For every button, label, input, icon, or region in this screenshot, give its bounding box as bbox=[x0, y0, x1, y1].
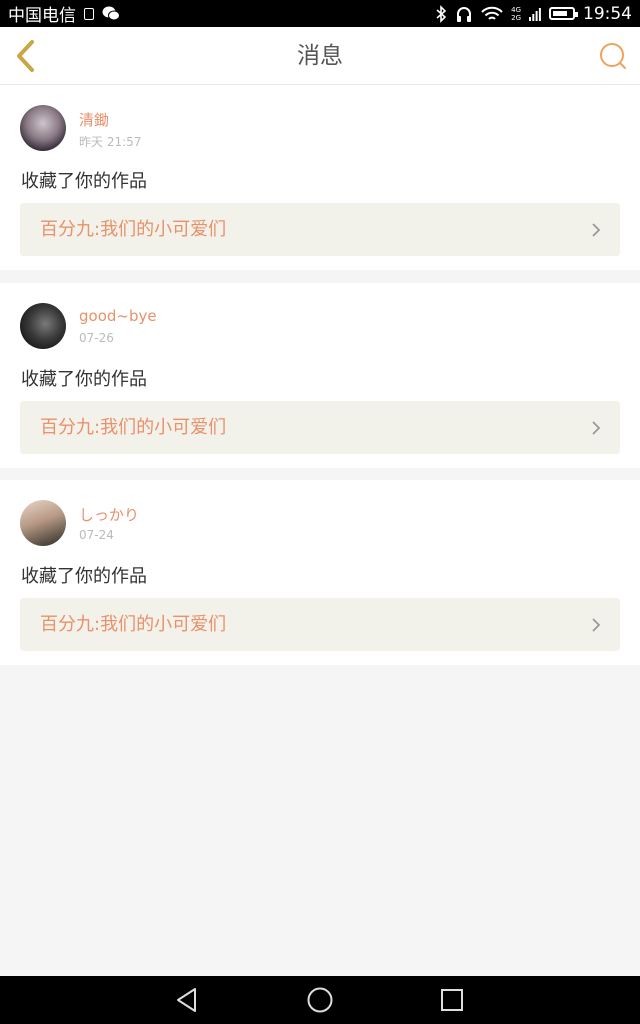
bluetooth-icon bbox=[436, 4, 447, 23]
action-text: 收藏了你的作品 bbox=[21, 171, 147, 192]
battery-level bbox=[553, 11, 568, 16]
search-icon[interactable] bbox=[598, 41, 628, 71]
network-type: 4G 2G bbox=[511, 5, 521, 22]
work-link[interactable]: 百分九:我们的小可爱们 bbox=[20, 203, 620, 256]
chevron-right-icon bbox=[592, 618, 601, 632]
back-triangle-icon[interactable] bbox=[173, 986, 201, 1014]
message-time: 昨天 21:57 bbox=[79, 135, 142, 149]
signal-icon bbox=[529, 7, 541, 21]
recents-square-icon[interactable] bbox=[438, 986, 466, 1014]
avatar[interactable] bbox=[20, 105, 66, 151]
battery-icon bbox=[549, 7, 578, 20]
wechat-icon bbox=[102, 6, 120, 21]
system-nav-bar bbox=[0, 976, 640, 1024]
carrier-label: 中国电信 bbox=[8, 6, 76, 26]
work-title: 百分九:我们的小可爱们 bbox=[40, 614, 227, 635]
app-header: 消息 bbox=[0, 27, 640, 85]
message-time: 07-24 bbox=[79, 528, 114, 542]
action-text: 收藏了你的作品 bbox=[21, 369, 147, 390]
work-link[interactable]: 百分九:我们的小可爱们 bbox=[20, 598, 620, 651]
home-circle-icon[interactable] bbox=[306, 986, 334, 1014]
avatar[interactable] bbox=[20, 500, 66, 546]
username[interactable]: good~bye bbox=[79, 307, 157, 325]
username[interactable]: しっかり bbox=[79, 504, 139, 525]
message-card: 清鋤 昨天 21:57 收藏了你的作品 百分九:我们的小可爱们 bbox=[0, 85, 640, 270]
sim-card-icon bbox=[84, 7, 94, 20]
username[interactable]: 清鋤 bbox=[79, 109, 109, 130]
clock: 19:54 bbox=[583, 3, 632, 24]
action-text: 收藏了你的作品 bbox=[21, 566, 147, 587]
wifi-icon bbox=[481, 6, 503, 20]
chevron-right-icon bbox=[592, 223, 601, 237]
chevron-right-icon bbox=[592, 421, 601, 435]
work-title: 百分九:我们的小可爱们 bbox=[40, 219, 227, 240]
headphones-icon bbox=[457, 6, 472, 22]
work-link[interactable]: 百分九:我们的小可爱们 bbox=[20, 401, 620, 454]
message-time: 07-26 bbox=[79, 331, 114, 345]
message-card: しっかり 07-24 收藏了你的作品 百分九:我们的小可爱们 bbox=[0, 480, 640, 665]
page-title: 消息 bbox=[297, 43, 343, 69]
avatar[interactable] bbox=[20, 303, 66, 349]
status-bar: 中国电信 4G 2G 19:54 bbox=[0, 0, 640, 27]
message-card: good~bye 07-26 收藏了你的作品 百分九:我们的小可爱们 bbox=[0, 283, 640, 468]
work-title: 百分九:我们的小可爱们 bbox=[40, 417, 227, 438]
